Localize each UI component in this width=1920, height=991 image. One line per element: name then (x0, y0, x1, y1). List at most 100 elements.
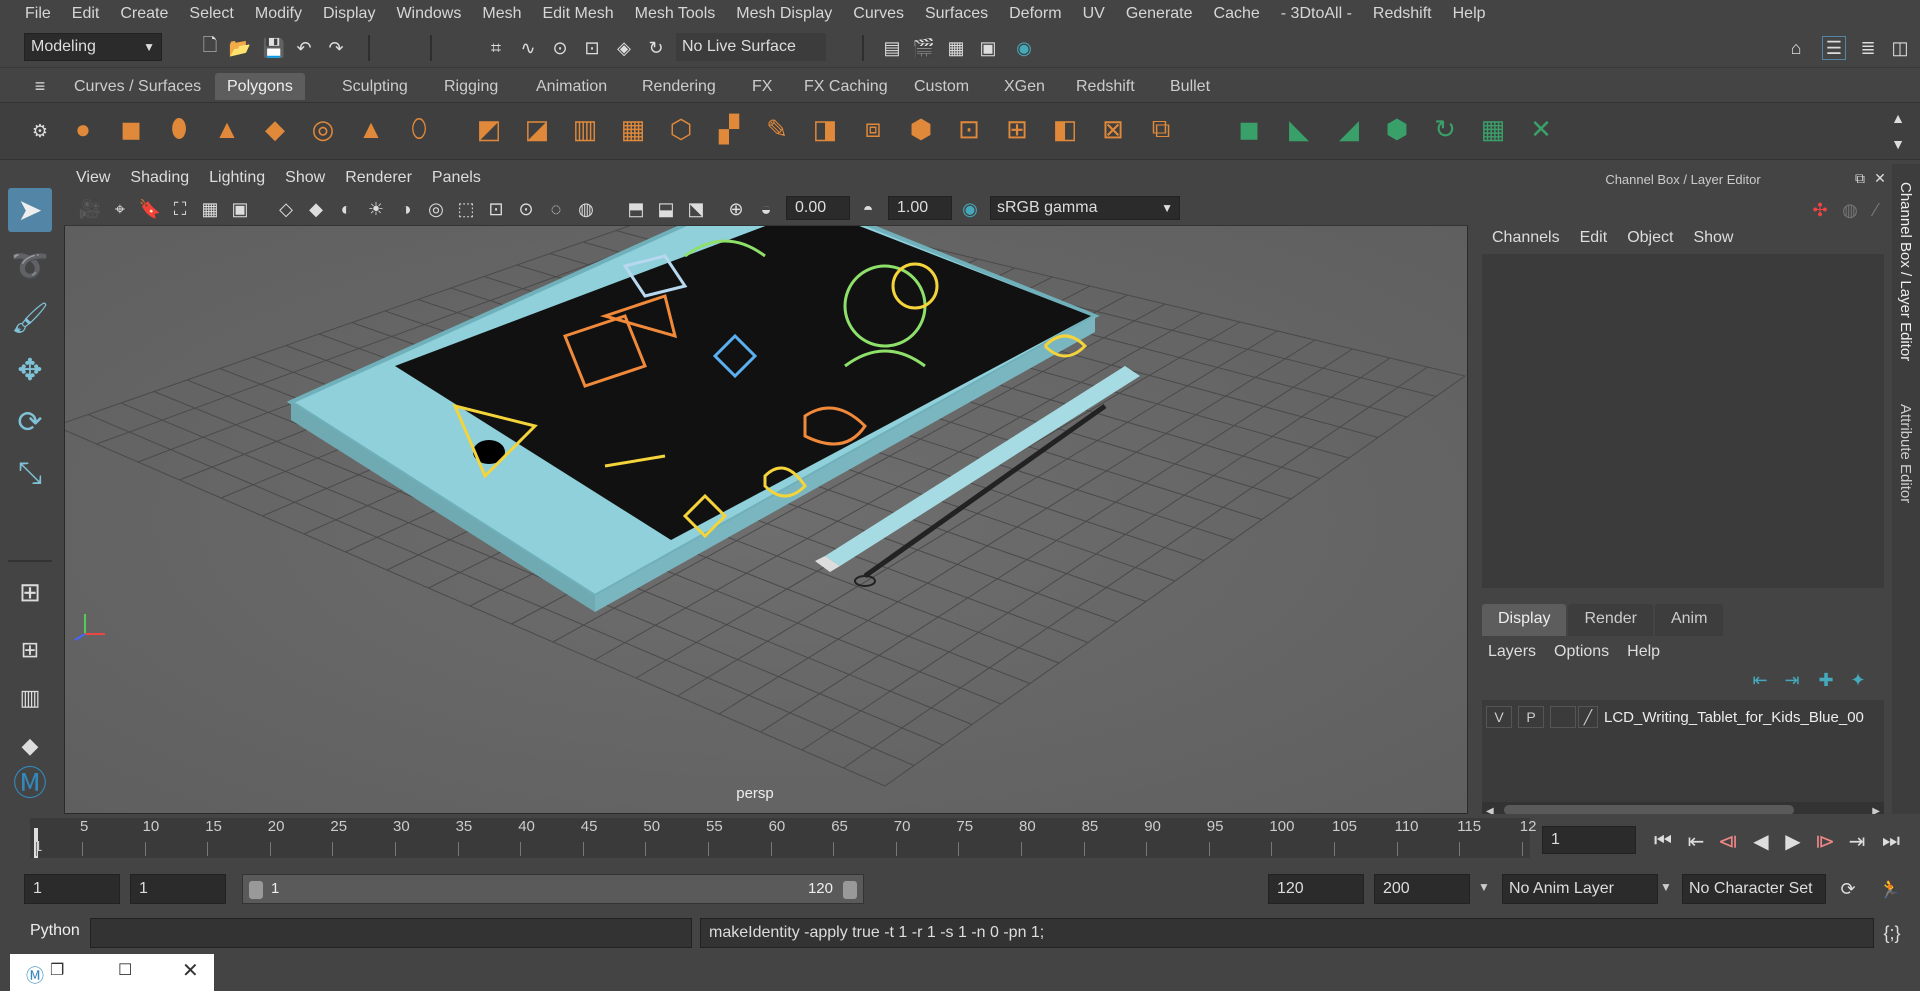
bevel-icon[interactable]: ⬡ (662, 110, 700, 148)
menu-edit[interactable]: Edit (61, 5, 110, 23)
menu-edit-mesh[interactable]: Edit Mesh (531, 5, 623, 23)
planar-uv-icon[interactable]: ◼ (1230, 110, 1268, 148)
viewport-menu-renderer[interactable]: Renderer (345, 169, 424, 187)
move-tool-icon[interactable]: ✥ (8, 348, 52, 392)
menu-redshift[interactable]: Redshift (1362, 5, 1442, 23)
layer-menu-help[interactable]: Help (1627, 643, 1660, 661)
new-scene-icon[interactable]: 🗋 (198, 35, 222, 60)
connect-icon[interactable]: ⊞ (998, 110, 1036, 148)
snap-point-icon[interactable]: ⊙ (548, 36, 572, 60)
menu-mesh[interactable]: Mesh (471, 5, 531, 23)
shelf-tab-fx[interactable]: FX (740, 73, 784, 100)
four-pane-icon[interactable]: ⊞ (8, 628, 52, 672)
channel-menu-object[interactable]: Object (1627, 229, 1673, 247)
hypershade-icon[interactable]: ◉ (1012, 36, 1036, 60)
viewport-menu-view[interactable]: View (76, 169, 122, 187)
extrude-icon[interactable]: ▞ (710, 110, 748, 148)
step-forward-key-icon[interactable]: ⇥ (1844, 826, 1870, 856)
snap-grid-icon[interactable]: ⌗ (484, 36, 508, 60)
channel-box-toggle-icon[interactable]: ☰ (1822, 36, 1846, 60)
color-management-icon[interactable]: ◉ (958, 197, 982, 221)
anim-layer-dropdown[interactable]: No Anim Layer (1502, 874, 1658, 904)
mode-selector[interactable]: Modeling ▼ (24, 33, 162, 61)
resolution-gate-icon[interactable]: ⬒ (624, 197, 648, 221)
step-forward-frame-icon[interactable]: ⧐ (1812, 826, 1838, 856)
film-gate-icon[interactable]: ▣ (228, 197, 252, 221)
lights-icon[interactable]: ☀ (364, 197, 388, 221)
bookmark-icon[interactable]: 🔖 (138, 197, 162, 221)
range-slider[interactable]: 1 120 (242, 874, 864, 904)
menu-3dtoall[interactable]: - 3DtoAll - (1270, 5, 1362, 23)
shelf-scroll-up-icon[interactable]: ▲ (1886, 106, 1910, 130)
go-to-start-icon[interactable]: ⏮ (1650, 826, 1676, 856)
shelf-tab-custom[interactable]: Custom (902, 73, 981, 100)
menu-generate[interactable]: Generate (1115, 5, 1203, 23)
minimized-window[interactable]: Ⓜ ❐ ☐ ✕ (10, 954, 214, 991)
scale-tool-icon[interactable]: ⤡ (8, 452, 52, 496)
layer-type-toggle[interactable] (1550, 706, 1576, 728)
snap-curve-icon[interactable]: ∿ (516, 36, 540, 60)
layer-menu-layers[interactable]: Layers (1488, 643, 1536, 661)
restore-icon[interactable]: ❐ (50, 960, 64, 980)
render-view-icon[interactable]: ▤ (880, 36, 904, 60)
step-back-key-icon[interactable]: ⇤ (1683, 826, 1709, 856)
shadows-icon[interactable]: ◑ (394, 197, 418, 221)
shelf-menu-icon[interactable]: ≡ (28, 74, 52, 98)
undo-icon[interactable]: ↶ (292, 36, 316, 60)
new-layer-icon[interactable]: ✚ (1814, 668, 1838, 692)
shelf-tab-rendering[interactable]: Rendering (630, 73, 728, 100)
channel-menu-edit[interactable]: Edit (1580, 229, 1608, 247)
shelf-tab-fx-caching[interactable]: FX Caching (792, 73, 900, 100)
rotate-tool-icon[interactable]: ⟳ (8, 400, 52, 444)
lasso-tool-icon[interactable]: ➰ (8, 244, 52, 288)
cube-icon[interactable]: ◼ (112, 110, 150, 148)
channel-menu-channels[interactable]: Channels (1492, 229, 1560, 247)
cut-sew-uv-icon[interactable]: ↻ (1426, 110, 1464, 148)
shelf-tab-rigging[interactable]: Rigging (432, 73, 510, 100)
anim-end-field[interactable]: 120 (1268, 874, 1364, 904)
single-pane-icon[interactable]: ⊞ (8, 570, 52, 614)
shelf-tab-bullet[interactable]: Bullet (1158, 73, 1222, 100)
image-plane-icon[interactable]: ⛶ (168, 197, 192, 221)
channel-menu-show[interactable]: Show (1693, 229, 1733, 247)
outliner-pane-icon[interactable]: ▥ (8, 676, 52, 720)
field-chart-icon[interactable]: ⊕ (724, 197, 748, 221)
shelf-settings-icon[interactable]: ⚙ (28, 119, 52, 143)
xray-icon[interactable]: ◎ (424, 197, 448, 221)
uv-editor-icon[interactable]: ▦ (1474, 110, 1512, 148)
motion-blur-icon[interactable]: ◌ (544, 197, 568, 221)
viewport-menu-show[interactable]: Show (285, 169, 337, 187)
range-end-handle[interactable] (843, 881, 857, 899)
layer-playback-toggle[interactable]: P (1518, 706, 1544, 728)
range-start-handle[interactable] (249, 881, 263, 899)
start-time-field[interactable]: 1 (24, 874, 120, 904)
tool-settings-icon[interactable]: ≣ (1856, 36, 1880, 60)
workspace-icon[interactable]: ⌂ (1784, 36, 1808, 60)
viewport-menu-panels[interactable]: Panels (432, 169, 493, 187)
viewport-menu-lighting[interactable]: Lighting (209, 169, 277, 187)
select-tool-icon[interactable]: ➤ (8, 188, 52, 232)
grid-toggle-icon[interactable]: ▦ (198, 197, 222, 221)
viewport-menu-shading[interactable]: Shading (130, 169, 201, 187)
shelf-tab-xgen[interactable]: XGen (992, 73, 1057, 100)
play-forwards-icon[interactable]: ▶ (1780, 826, 1806, 856)
isolate-icon[interactable]: ⬚ (454, 197, 478, 221)
menu-deform[interactable]: Deform (998, 5, 1071, 23)
open-scene-icon[interactable]: 📂 (228, 36, 252, 60)
bridge-icon[interactable]: ✎ (758, 110, 796, 148)
auto-key-icon[interactable]: ⟳ (1836, 877, 1860, 901)
spherical-uv-icon[interactable]: ⬢ (1378, 110, 1416, 148)
gate-mask-icon[interactable]: ⬔ (684, 197, 708, 221)
viewport-3d-canvas[interactable]: persp (65, 226, 1467, 813)
layer-row[interactable]: V P ╱ LCD_Writing_Tablet_for_Kids_Blue_0… (1482, 704, 1884, 730)
menu-modify[interactable]: Modify (244, 5, 312, 23)
menu-surfaces[interactable]: Surfaces (914, 5, 998, 23)
quad-draw-icon[interactable]: ⊠ (1094, 110, 1132, 148)
menu-mesh-tools[interactable]: Mesh Tools (624, 5, 726, 23)
new-layer-selected-icon[interactable]: ✦ (1846, 668, 1870, 692)
shelf-tab-animation[interactable]: Animation (524, 73, 619, 100)
character-set-dropdown[interactable]: No Character Set (1682, 874, 1826, 904)
layer-menu-options[interactable]: Options (1554, 643, 1609, 661)
side-tab-attribute-editor[interactable]: Attribute Editor (1897, 404, 1914, 503)
maximize-icon[interactable]: ☐ (118, 960, 132, 980)
